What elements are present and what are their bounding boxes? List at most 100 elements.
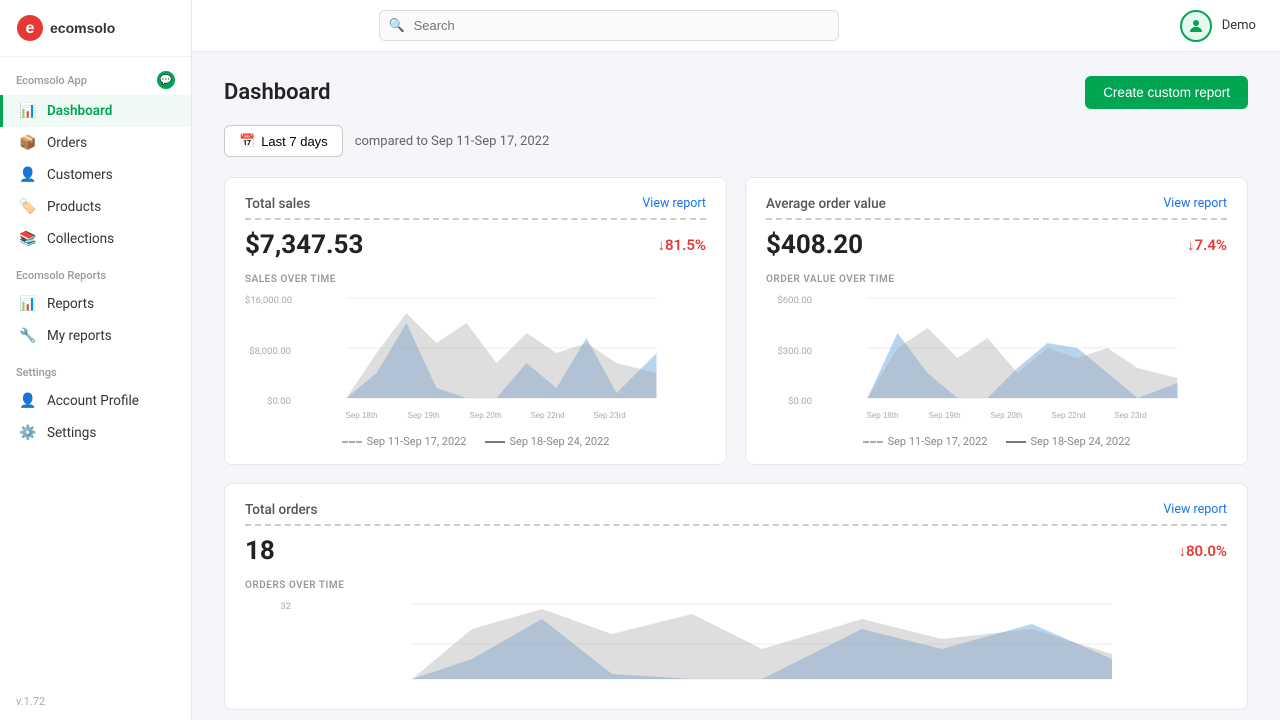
chat-icon[interactable]: 💬 [157, 71, 175, 89]
svg-text:Sep 23rd: Sep 23rd [1114, 411, 1146, 420]
total-sales-card-header: Total sales View report [245, 196, 706, 212]
avg-order-card: Average order value View report $408.20 … [745, 177, 1248, 465]
logo-icon: e ecomsolo [16, 14, 146, 42]
total-orders-header: Total orders View report [245, 502, 1227, 518]
orders-chart-svg-col [297, 599, 1227, 693]
products-icon: 🏷️ [19, 199, 37, 215]
sidebar-item-customers[interactable]: 👤 Customers [0, 159, 191, 191]
total-orders-divider [245, 524, 1227, 526]
sidebar-my-reports-label: My reports [47, 328, 112, 344]
sales-y-axis: $16,000.00 $8,000.00 $0.00 [245, 293, 297, 427]
order-chart-svg: Sep 18th Sep 19th Sep 20th Sep 22nd Sep … [818, 293, 1227, 423]
sidebar-item-orders[interactable]: 📦 Orders [0, 127, 191, 159]
sidebar-item-my-reports[interactable]: 🔧 My reports [0, 320, 191, 352]
sales-chart-svg-col: Sep 18th Sep 19th Sep 20th Sep 22nd Sep … [297, 293, 706, 427]
orders-y-top: 32 [245, 601, 291, 612]
section-ecomsolo-app-label: Ecomsolo App 💬 [0, 57, 191, 95]
create-custom-report-button[interactable]: Create custom report [1085, 76, 1248, 109]
my-reports-icon: 🔧 [19, 328, 37, 344]
svg-text:Sep 18th: Sep 18th [866, 411, 898, 420]
calendar-icon: 📅 [239, 133, 255, 149]
total-sales-view-report-link[interactable]: View report [642, 196, 706, 211]
total-sales-title: Total sales [245, 196, 310, 212]
collections-icon: 📚 [19, 231, 37, 247]
search-input[interactable] [379, 10, 839, 41]
avg-order-change: ↓7.4% [1187, 236, 1227, 254]
sidebar-item-collections[interactable]: 📚 Collections [0, 223, 191, 255]
reports-icon: 📊 [19, 296, 37, 312]
user-avatar [1180, 10, 1212, 42]
sidebar: e ecomsolo Ecomsolo App 💬 📊 Dashboard 📦 … [0, 0, 192, 720]
sidebar-item-reports[interactable]: 📊 Reports [0, 288, 191, 320]
search-bar-container: 🔍 [379, 10, 839, 41]
y-label-bot: $0.00 [245, 396, 291, 407]
sidebar-collections-label: Collections [47, 231, 114, 247]
total-orders-value: 18 [245, 536, 275, 566]
svg-text:Sep 19th: Sep 19th [928, 411, 960, 420]
compared-text: compared to Sep 11-Sep 17, 2022 [355, 134, 550, 149]
total-orders-value-row: 18 ↓80.0% [245, 536, 1227, 566]
svg-text:Sep 20th: Sep 20th [469, 411, 501, 420]
total-sales-change: ↓81.5% [657, 236, 706, 254]
legend-curr-label: Sep 18-Sep 24, 2022 [510, 435, 610, 448]
avg-order-card-header: Average order value View report [766, 196, 1227, 212]
legend-solid-line [485, 441, 505, 443]
avg-order-view-report-link[interactable]: View report [1163, 196, 1227, 211]
section-settings-label: Settings [0, 352, 191, 385]
date-range-button[interactable]: 📅 Last 7 days [224, 125, 343, 157]
sidebar-item-products[interactable]: 🏷️ Products [0, 191, 191, 223]
avg-order-value: $408.20 [766, 230, 863, 260]
orders-icon: 📦 [19, 135, 37, 151]
legend-item-prev: Sep 11-Sep 17, 2022 [342, 435, 467, 448]
sidebar-products-label: Products [47, 199, 101, 215]
total-orders-card: Total orders View report 18 ↓80.0% ORDER… [224, 483, 1248, 710]
legend-prev-order-label: Sep 11-Sep 17, 2022 [888, 435, 988, 448]
sidebar-customers-label: Customers [47, 167, 113, 183]
avg-order-title: Average order value [766, 196, 886, 212]
y-label-top: $600.00 [766, 295, 812, 306]
sidebar-item-settings[interactable]: ⚙️ Settings [0, 417, 191, 449]
legend-dashed-line [342, 441, 362, 443]
account-icon: 👤 [19, 393, 37, 409]
svg-text:Sep 19th: Sep 19th [407, 411, 439, 420]
topbar: 🔍 Demo [192, 0, 1280, 52]
total-sales-value: $7,347.53 [245, 230, 363, 260]
svg-text:ecomsolo: ecomsolo [50, 20, 115, 36]
date-btn-label: Last 7 days [261, 134, 328, 149]
dashboard-icon: 📊 [19, 103, 37, 119]
main-area: 🔍 Demo Dashboard Create custom report 📅 … [192, 0, 1280, 720]
sidebar-settings-label: Settings [47, 425, 96, 441]
topbar-right: Demo [1180, 10, 1256, 42]
svg-text:Sep 20th: Sep 20th [990, 411, 1022, 420]
legend-item-curr-order: Sep 18-Sep 24, 2022 [1006, 435, 1131, 448]
y-label-bot: $0.00 [766, 396, 812, 407]
sidebar-item-account-profile[interactable]: 👤 Account Profile [0, 385, 191, 417]
content-area: Dashboard Create custom report 📅 Last 7 … [192, 52, 1280, 720]
date-filter-row: 📅 Last 7 days compared to Sep 11-Sep 17,… [224, 125, 1248, 157]
orders-chart-label: ORDERS OVER TIME [245, 580, 1227, 591]
total-sales-value-row: $7,347.53 ↓81.5% [245, 230, 706, 260]
sales-chart-area: $16,000.00 $8,000.00 $0.00 [245, 293, 706, 427]
svg-text:Sep 22nd: Sep 22nd [1051, 411, 1085, 420]
sidebar-orders-label: Orders [47, 135, 87, 151]
y-label-mid: $300.00 [766, 346, 812, 357]
order-y-axis: $600.00 $300.00 $0.00 [766, 293, 818, 427]
avg-order-divider [766, 218, 1227, 220]
order-chart-legend: Sep 11-Sep 17, 2022 Sep 18-Sep 24, 2022 [766, 435, 1227, 448]
page-title: Dashboard [224, 80, 330, 105]
y-label-mid: $8,000.00 [245, 346, 291, 357]
settings-icon: ⚙️ [19, 425, 37, 441]
customers-icon: 👤 [19, 167, 37, 183]
svg-text:Sep 22nd: Sep 22nd [530, 411, 564, 420]
total-sales-card: Total sales View report $7,347.53 ↓81.5%… [224, 177, 727, 465]
total-orders-change: ↓80.0% [1178, 542, 1227, 560]
y-label-top: $16,000.00 [245, 295, 291, 306]
user-icon [1187, 17, 1205, 35]
total-orders-view-report-link[interactable]: View report [1163, 502, 1227, 517]
sales-chart-svg: Sep 18th Sep 19th Sep 20th Sep 22nd Sep … [297, 293, 706, 423]
sales-chart-legend: Sep 11-Sep 17, 2022 Sep 18-Sep 24, 2022 [245, 435, 706, 448]
legend-solid-line-order [1006, 441, 1026, 443]
total-orders-title: Total orders [245, 502, 317, 518]
legend-curr-order-label: Sep 18-Sep 24, 2022 [1031, 435, 1131, 448]
sidebar-item-dashboard[interactable]: 📊 Dashboard [0, 95, 191, 127]
